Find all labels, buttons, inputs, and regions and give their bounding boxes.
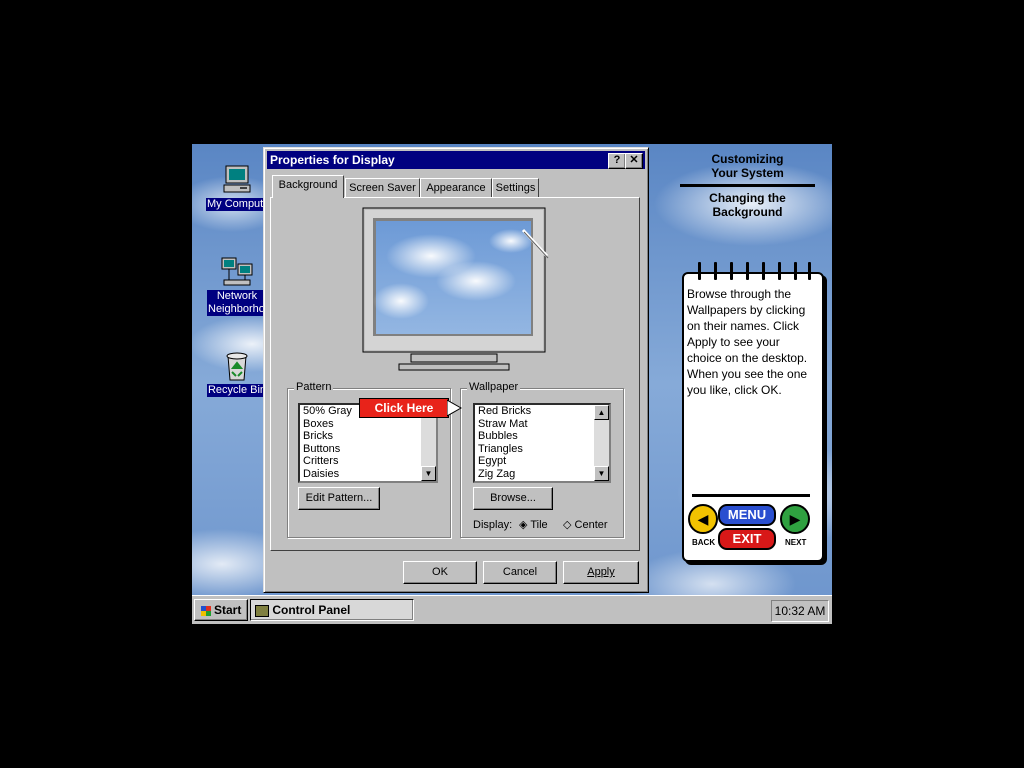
start-button[interactable]: Start <box>194 599 248 621</box>
network-icon <box>221 257 253 286</box>
list-item[interactable]: Buttons <box>300 443 436 456</box>
cancel-label: Cancel <box>502 566 538 578</box>
desktop-icon-recycle-bin[interactable]: Recycle Bin <box>206 350 268 397</box>
back-button[interactable]: ◀ <box>688 504 718 534</box>
callout-box: Click Here <box>359 398 449 418</box>
next-button[interactable]: ▶ <box>780 504 810 534</box>
center-label: Center <box>574 519 608 531</box>
browse-label: Browse... <box>490 492 536 504</box>
notepad-ring <box>730 262 733 280</box>
notepad-ring <box>778 262 781 280</box>
notepad-ring <box>714 262 717 280</box>
tab-appearance[interactable]: Appearance <box>420 178 492 198</box>
windows-logo-icon <box>200 605 211 616</box>
desktop-screen: My Computer Network Neighborhood Recycle… <box>192 144 832 624</box>
pattern-group-label: Pattern <box>294 381 334 393</box>
display-label: Display: <box>473 519 513 531</box>
wallpaper-group: Wallpaper Red Bricks Straw Mat Bubbles T… <box>460 381 624 538</box>
help-header: Customizing Your System Changing the Bac… <box>680 152 815 219</box>
help-topic-title: Changing the Background <box>709 191 786 219</box>
start-label: Start <box>214 603 242 617</box>
notepad-ring <box>698 262 701 280</box>
edit-pattern-button[interactable]: Edit Pattern... <box>298 487 380 510</box>
tab-background[interactable]: Background <box>272 175 344 198</box>
computer-icon <box>223 165 251 193</box>
list-item[interactable]: Straw Mat <box>475 418 609 431</box>
menu-button[interactable]: MENU <box>718 504 776 526</box>
back-label: BACK <box>692 538 716 547</box>
notepad-ring <box>746 262 749 280</box>
wallpaper-scrollbar[interactable]: ▲ ▼ <box>594 405 609 481</box>
exit-button[interactable]: EXIT <box>718 528 776 550</box>
wallpaper-group-label: Wallpaper <box>467 381 521 393</box>
list-item[interactable]: Zig Zag <box>475 468 609 481</box>
list-item[interactable]: Triangles <box>475 443 609 456</box>
dialog-title: Properties for Display <box>270 153 395 167</box>
help-divider <box>680 184 815 187</box>
taskbar-task-control-panel[interactable]: Control Panel <box>250 599 414 621</box>
browse-button[interactable]: Browse... <box>473 487 553 510</box>
ok-label: OK <box>432 566 448 578</box>
scroll-down-button[interactable]: ▼ <box>421 466 436 481</box>
tile-radio[interactable]: ◈ Tile <box>519 518 548 531</box>
notepad-ring <box>808 262 811 280</box>
control-panel-icon <box>255 604 269 617</box>
taskbar: Start Control Panel 10:32 AM <box>192 595 832 624</box>
display-properties-dialog: Properties for Display ? ✕ Background Sc… <box>263 147 649 593</box>
tab-screen-saver[interactable]: Screen Saver <box>345 178 420 198</box>
list-item[interactable]: Daisies <box>300 468 436 481</box>
background-tab-panel: Pattern 50% Gray Boxes Bricks Buttons Cr… <box>270 197 640 551</box>
desktop-icon-my-computer[interactable]: My Computer <box>206 164 275 211</box>
task-label: Control Panel <box>272 603 351 617</box>
list-item[interactable]: Bricks <box>300 430 436 443</box>
notepad-ring <box>794 262 797 280</box>
scroll-up-button[interactable]: ▲ <box>594 405 609 420</box>
tile-label: Tile <box>530 519 548 531</box>
apply-label: Apply <box>587 566 615 578</box>
list-item[interactable]: Boxes <box>300 418 436 431</box>
desktop-icon-label: Recycle Bin <box>206 384 268 397</box>
callout-text: Click Here <box>374 401 434 415</box>
notepad-ring <box>762 262 765 280</box>
tab-settings[interactable]: Settings <box>492 178 539 198</box>
list-item[interactable]: Bubbles <box>475 430 609 443</box>
click-here-callout: Click Here <box>359 398 463 418</box>
radio-unselected-icon: ◇ <box>563 519 572 531</box>
arrow-right-icon <box>447 399 463 417</box>
close-button[interactable]: ✕ <box>625 153 643 169</box>
ok-button[interactable]: OK <box>403 561 477 584</box>
list-item[interactable]: Red Bricks <box>475 405 609 418</box>
instruction-notepad: Browse through the Wallpapers by clickin… <box>682 262 824 562</box>
help-section-title: Customizing Your System <box>711 152 784 180</box>
cancel-button[interactable]: Cancel <box>483 561 557 584</box>
desktop-icon-label: Network Neighborhood <box>207 290 278 316</box>
instruction-text: Browse through the Wallpapers by clickin… <box>687 287 808 397</box>
edit-pattern-label: Edit Pattern... <box>305 492 373 504</box>
apply-button[interactable]: Apply <box>563 561 639 584</box>
nav-divider <box>692 494 810 497</box>
recycle-bin-icon <box>226 352 248 381</box>
help-button[interactable]: ? <box>608 153 626 169</box>
wallpaper-list[interactable]: Red Bricks Straw Mat Bubbles Triangles E… <box>473 403 611 483</box>
monitor-preview <box>362 207 549 371</box>
scroll-down-button[interactable]: ▼ <box>594 466 609 481</box>
taskbar-clock: 10:32 AM <box>771 600 829 622</box>
list-item[interactable]: Egypt <box>475 455 609 468</box>
radio-selected-icon: ◈ <box>519 519 528 531</box>
title-bar[interactable]: Properties for Display ? ✕ <box>267 151 645 169</box>
center-radio[interactable]: ◇ Center <box>563 518 608 531</box>
next-label: NEXT <box>785 538 807 547</box>
list-item[interactable]: Critters <box>300 455 436 468</box>
desktop-icon-network[interactable]: Network Neighborhood <box>206 256 278 316</box>
